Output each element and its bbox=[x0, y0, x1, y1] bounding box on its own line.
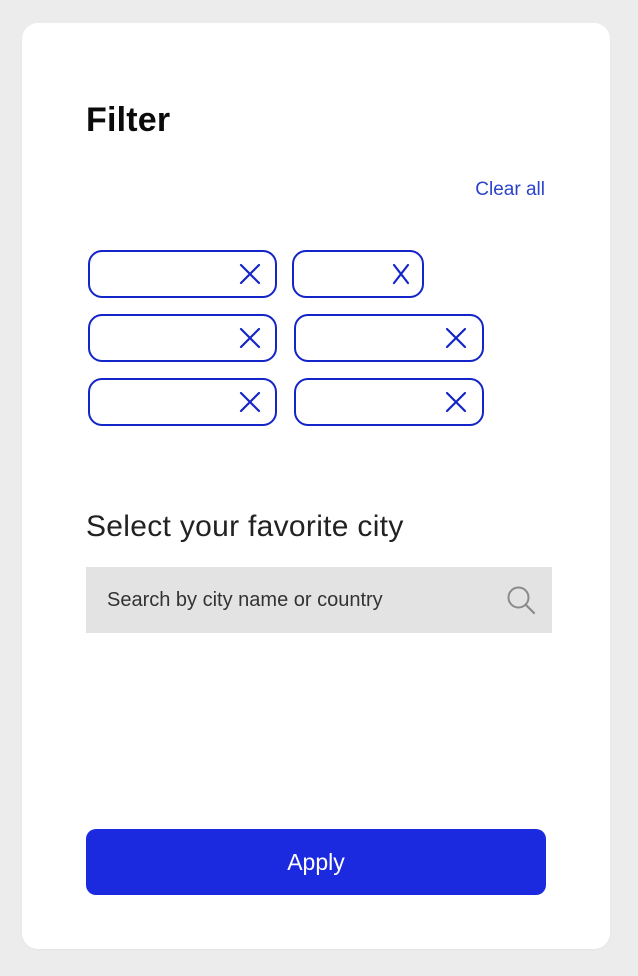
filter-chip[interactable] bbox=[294, 378, 484, 426]
page-title: Filter bbox=[86, 101, 171, 139]
filter-chip[interactable] bbox=[88, 314, 277, 362]
filter-panel: Filter Clear all Select your favorite ci… bbox=[22, 23, 610, 949]
close-icon[interactable] bbox=[445, 391, 467, 413]
close-icon[interactable] bbox=[390, 263, 412, 285]
filter-chip[interactable] bbox=[88, 250, 277, 298]
close-icon[interactable] bbox=[239, 391, 261, 413]
city-search-input[interactable] bbox=[86, 567, 486, 633]
apply-button[interactable]: Apply bbox=[86, 829, 546, 895]
close-icon[interactable] bbox=[239, 263, 261, 285]
clear-all-link[interactable]: Clear all bbox=[475, 179, 545, 201]
close-icon[interactable] bbox=[445, 327, 467, 349]
search-icon[interactable] bbox=[506, 585, 536, 615]
filter-chip[interactable] bbox=[292, 250, 424, 298]
filter-chip[interactable] bbox=[294, 314, 484, 362]
city-search-box bbox=[86, 567, 552, 633]
close-icon[interactable] bbox=[239, 327, 261, 349]
city-section-heading: Select your favorite city bbox=[86, 510, 404, 543]
filter-chip[interactable] bbox=[88, 378, 277, 426]
